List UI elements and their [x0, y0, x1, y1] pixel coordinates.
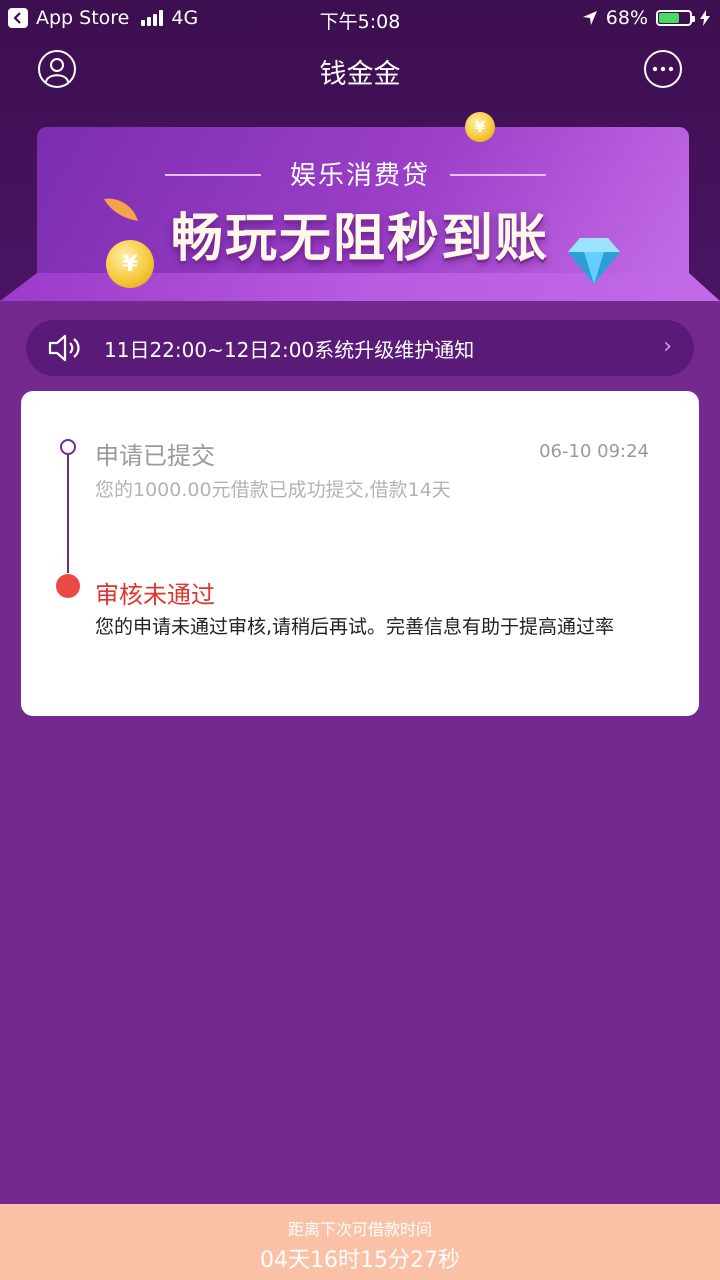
step-submitted-desc: 您的1000.00元借款已成功提交,借款14天	[95, 479, 451, 501]
location-arrow-icon	[582, 11, 597, 25]
next-loan-countdown-bar: 距离下次可借款时间 04天16时15分27秒	[0, 1204, 720, 1280]
countdown-label: 距离下次可借款时间	[287, 1220, 432, 1239]
countdown-value: 04天16时15分27秒	[260, 1248, 460, 1273]
timeline-dot-rejected	[56, 574, 80, 598]
status-right: 68%	[582, 7, 710, 29]
speaker-icon	[48, 334, 80, 362]
banner-subtitle: 娱乐消费贷	[289, 161, 430, 191]
messages-button[interactable]	[644, 50, 682, 88]
step-submitted-title: 申请已提交	[95, 442, 215, 470]
coin-icon: ¥	[106, 240, 154, 288]
step-rejected-desc: 您的申请未通过审核,请稍后再试。完善信息有助于提高通过率	[95, 616, 615, 638]
page-title: 钱金金	[319, 59, 401, 90]
battery-level-fill	[659, 13, 680, 23]
battery-percent: 68%	[605, 7, 648, 29]
battery-icon	[656, 10, 695, 26]
step-rejected-title: 审核未通过	[95, 581, 215, 609]
timeline-dot-submitted	[60, 439, 76, 455]
leaf-decoration-icon	[104, 198, 138, 221]
maintenance-notice-bar[interactable]: 11日22:00~12日2:00系统升级维护通知 ›	[26, 320, 694, 376]
application-status-card: 申请已提交 06-10 09:24 您的1000.00元借款已成功提交,借款14…	[21, 391, 699, 716]
charging-bolt-icon	[700, 10, 710, 26]
status-bar: App Store 4G 下午5:08 68%	[0, 0, 720, 38]
timeline-line	[67, 455, 69, 573]
message-icon	[652, 66, 674, 72]
notice-text: 11日22:00~12日2:00系统升级维护通知	[104, 338, 475, 362]
coin-icon: ¥	[465, 112, 495, 142]
step-submitted-time: 06-10 09:24	[539, 441, 649, 462]
diamond-icon	[568, 238, 620, 284]
chevron-right-icon: ›	[663, 334, 672, 359]
